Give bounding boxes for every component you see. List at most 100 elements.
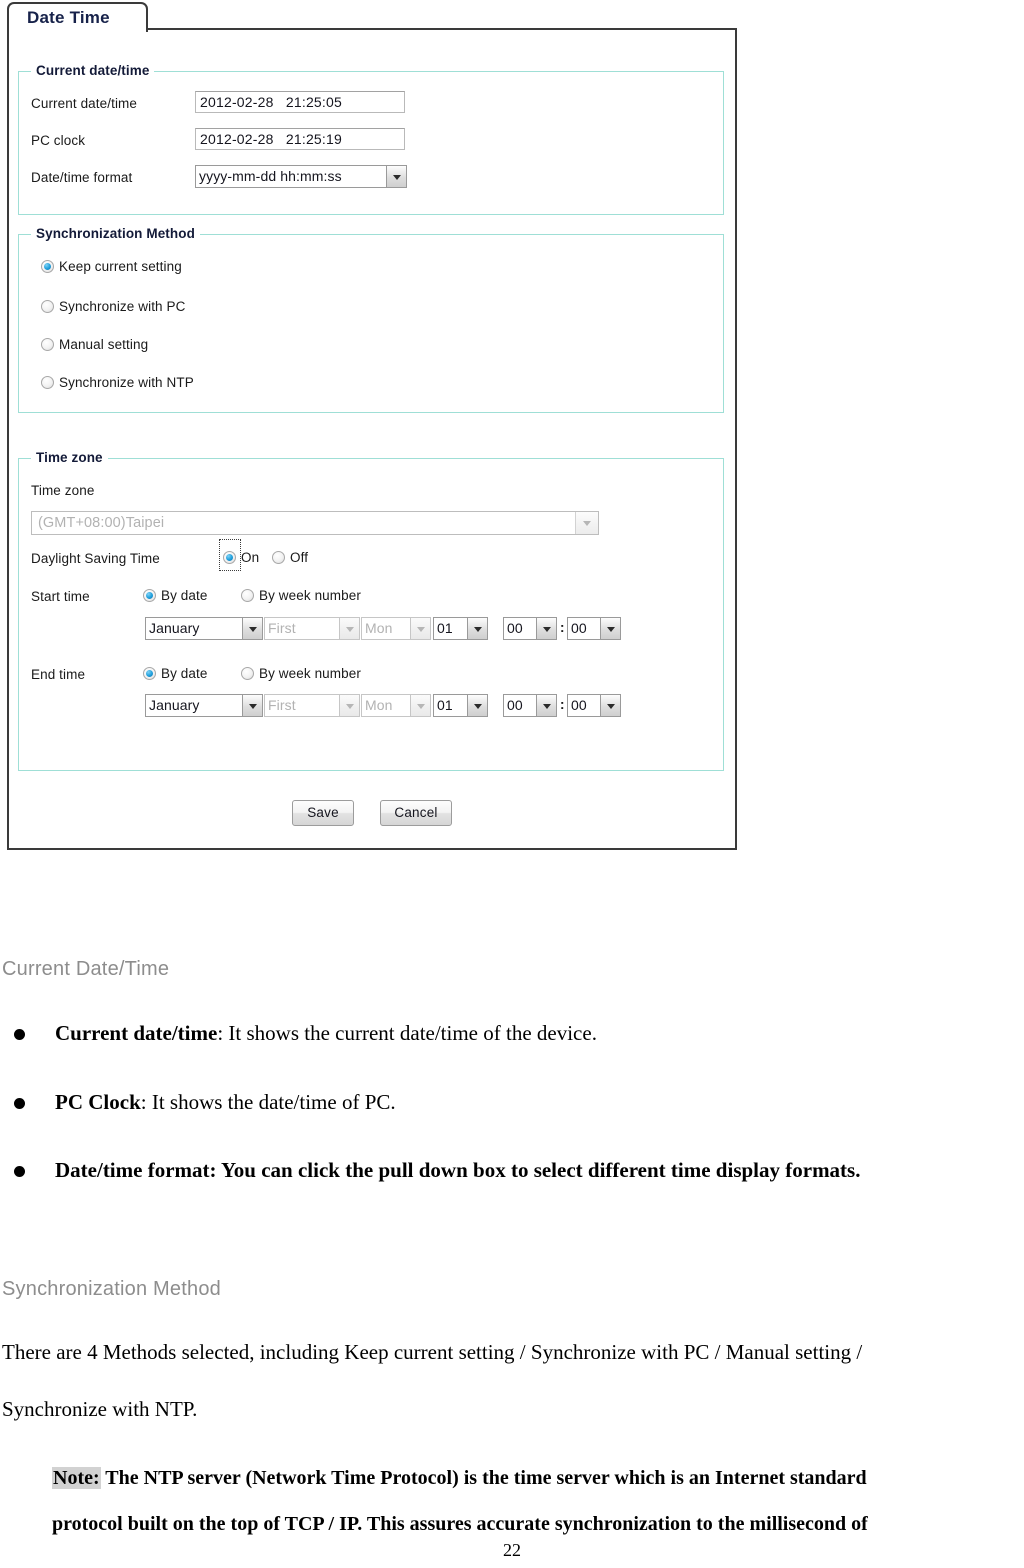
chevron-down-icon[interactable] <box>339 695 359 716</box>
dst-option-on[interactable]: On <box>223 550 259 565</box>
sync-option-synchronize-with-pc[interactable]: Synchronize with PC <box>41 299 185 314</box>
chevron-down-icon[interactable] <box>575 512 598 534</box>
save-button[interactable]: Save <box>292 800 354 826</box>
bullet-icon <box>14 1029 25 1040</box>
end-time-colon: : <box>560 697 565 712</box>
bullet-text: Current date/time: It shows the current … <box>55 1021 597 1046</box>
end-hour-select[interactable]: 00 <box>503 694 557 717</box>
bullet-bold-lead: Current date/time <box>55 1021 218 1045</box>
end-hour-value: 00 <box>507 697 523 713</box>
heading-current-date-time: Current Date/Time <box>2 958 170 980</box>
end-date-select[interactable]: 01 <box>433 694 488 717</box>
chevron-down-icon[interactable] <box>600 695 620 716</box>
dst-option-off[interactable]: Off <box>272 550 308 565</box>
date-time-settings-panel: Current date/time Current date/time 2012… <box>7 28 737 850</box>
start-time-colon: : <box>560 620 565 635</box>
by-date-label: By date <box>161 666 208 681</box>
sync-option-label: Synchronize with PC <box>59 299 186 314</box>
end-minute-value: 00 <box>571 697 587 713</box>
end-week-select[interactable]: First <box>264 694 360 717</box>
radio-icon-selected[interactable] <box>41 260 54 273</box>
radio-icon[interactable] <box>41 338 54 351</box>
radio-icon[interactable] <box>41 376 54 389</box>
start-date-value: 01 <box>437 620 453 636</box>
dst-on-label: On <box>241 550 260 565</box>
start-weekday-value: Mon <box>365 620 393 636</box>
start-minute-select[interactable]: 00 <box>567 617 621 640</box>
sync-paragraph-line-1: There are 4 Methods selected, including … <box>2 1340 863 1364</box>
start-week-select[interactable]: First <box>264 617 360 640</box>
radio-icon[interactable] <box>241 667 254 680</box>
note-line-1: Note: The NTP server (Network Time Proto… <box>52 1467 867 1490</box>
radio-icon[interactable] <box>272 551 285 564</box>
dst-off-label: Off <box>290 550 309 565</box>
bullet-bold-lead: PC Clock <box>55 1090 141 1114</box>
end-month-select[interactable]: January <box>145 694 263 717</box>
synchronization-method-fieldset: Synchronization Method Keep current sett… <box>18 226 724 413</box>
start-month-value: January <box>149 620 200 636</box>
chevron-down-icon[interactable] <box>467 695 487 716</box>
chevron-down-icon[interactable] <box>410 695 430 716</box>
chevron-down-icon[interactable] <box>410 618 430 639</box>
chevron-down-icon[interactable] <box>242 618 262 639</box>
note-text: The NTP server (Network Time Protocol) i… <box>100 1467 867 1489</box>
bullet-icon <box>14 1098 25 1109</box>
pc-clock-label: PC clock <box>31 133 86 148</box>
start-time-by-date-radio[interactable]: By date <box>143 588 207 603</box>
current-datetime-label: Current date/time <box>31 96 137 111</box>
by-date-label: By date <box>161 588 208 603</box>
chevron-down-icon[interactable] <box>536 618 556 639</box>
sync-option-label: Keep current setting <box>59 259 182 274</box>
radio-icon-selected[interactable] <box>143 667 156 680</box>
note-tag: Note: <box>52 1467 101 1489</box>
radio-icon-selected[interactable] <box>223 551 236 564</box>
start-weekday-select[interactable]: Mon <box>361 617 431 640</box>
bullet-bold-lead: Date/time format: You can click the pull… <box>55 1158 861 1182</box>
end-weekday-value: Mon <box>365 697 393 713</box>
current-datetime-value: 2012-02-28 21:25:05 <box>195 91 405 113</box>
time-zone-fieldset: Time zone Time zone (GMT+08:00)Taipei Da… <box>18 450 724 771</box>
chevron-down-icon[interactable] <box>467 618 487 639</box>
bullet-text: PC Clock: It shows the date/time of PC. <box>55 1090 396 1115</box>
bullet-rest: : It shows the date/time of PC. <box>140 1090 396 1114</box>
radio-icon-selected[interactable] <box>143 589 156 602</box>
start-hour-select[interactable]: 00 <box>503 617 557 640</box>
sync-option-manual-setting[interactable]: Manual setting <box>41 337 148 352</box>
datetime-format-label: Date/time format <box>31 170 133 185</box>
end-date-value: 01 <box>437 697 453 713</box>
end-weekday-select[interactable]: Mon <box>361 694 431 717</box>
chevron-down-icon[interactable] <box>339 618 359 639</box>
by-week-number-label: By week number <box>259 588 361 603</box>
chevron-down-icon[interactable] <box>386 166 406 187</box>
sync-option-label: Manual setting <box>59 337 149 352</box>
time-zone-selected-value: (GMT+08:00)Taipei <box>38 515 165 531</box>
synchronization-method-legend: Synchronization Method <box>31 226 200 241</box>
radio-icon[interactable] <box>241 589 254 602</box>
start-date-select[interactable]: 01 <box>433 617 488 640</box>
end-minute-select[interactable]: 00 <box>567 694 621 717</box>
heading-synchronization-method: Synchronization Method <box>2 1278 221 1300</box>
tab-joint-mask <box>9 26 146 32</box>
start-minute-value: 00 <box>571 620 587 636</box>
page-number: 22 <box>503 1540 521 1560</box>
sync-option-keep-current-setting[interactable]: Keep current setting <box>41 259 182 274</box>
end-month-value: January <box>149 697 200 713</box>
end-time-by-week-number-radio[interactable]: By week number <box>241 666 361 681</box>
end-time-by-date-radio[interactable]: By date <box>143 666 207 681</box>
cancel-button[interactable]: Cancel <box>380 800 452 826</box>
time-zone-select[interactable]: (GMT+08:00)Taipei <box>31 511 599 535</box>
bullet-rest: : It shows the current date/time of the … <box>217 1021 597 1045</box>
date-time-tab-label: Date Time <box>27 8 110 27</box>
note-line-2: protocol built on the top of TCP / IP. T… <box>52 1513 868 1535</box>
radio-icon[interactable] <box>41 300 54 313</box>
start-time-label: Start time <box>31 589 90 604</box>
datetime-format-select[interactable]: yyyy-mm-dd hh:mm:ss <box>195 165 407 188</box>
chevron-down-icon[interactable] <box>536 695 556 716</box>
start-month-select[interactable]: January <box>145 617 263 640</box>
chevron-down-icon[interactable] <box>242 695 262 716</box>
sync-option-synchronize-with-ntp[interactable]: Synchronize with NTP <box>41 375 194 390</box>
start-time-by-week-number-radio[interactable]: By week number <box>241 588 361 603</box>
chevron-down-icon[interactable] <box>600 618 620 639</box>
daylight-saving-time-label: Daylight Saving Time <box>31 551 160 566</box>
time-zone-label: Time zone <box>31 483 95 498</box>
